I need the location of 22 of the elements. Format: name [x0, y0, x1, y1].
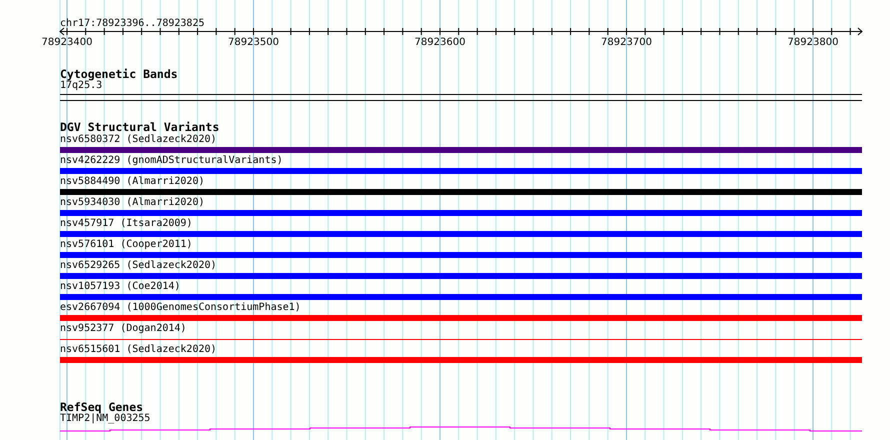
variant-label: nsv952377 (Dogan2014)	[60, 322, 186, 336]
tick-label: 78923600	[414, 37, 466, 48]
variant-label: nsv5934030 (Almarri2020)	[60, 196, 204, 210]
variant-label: nsv5884490 (Almarri2020)	[60, 175, 204, 189]
variant-label: nsv6580372 (Sedlazeck2020)	[60, 133, 217, 147]
tick-label: 78923400	[42, 37, 92, 48]
variant-label: nsv6515601 (Sedlazeck2020)	[60, 343, 217, 357]
track-title: Cytogenetic Bands	[60, 68, 178, 80]
position-label: chr17:78923396..78923825	[60, 18, 204, 29]
track-title: RefSeq Genes	[60, 401, 144, 413]
tick-label: 78923800	[788, 37, 838, 48]
gene-label: TIMP2|NM_003255	[60, 413, 150, 425]
tick-label: 78923500	[228, 37, 279, 48]
band-label: 17q25.3	[60, 80, 102, 92]
variant-label: nsv576101 (Cooper2011)	[60, 238, 192, 252]
variant-label: nsv4262229 (gnomADStructuralVariants)	[60, 154, 283, 168]
tick-label: 78923700	[601, 37, 652, 48]
variant-label: esv2667094 (1000GenomesConsortiumPhase1)	[60, 301, 301, 315]
variant-label: nsv457917 (Itsara2009)	[60, 217, 192, 231]
track-title: DGV Structural Variants	[60, 121, 220, 133]
variant-label: nsv1057193 (Coe2014)	[60, 280, 180, 294]
variant-label: nsv6529265 (Sedlazeck2020)	[60, 259, 217, 273]
